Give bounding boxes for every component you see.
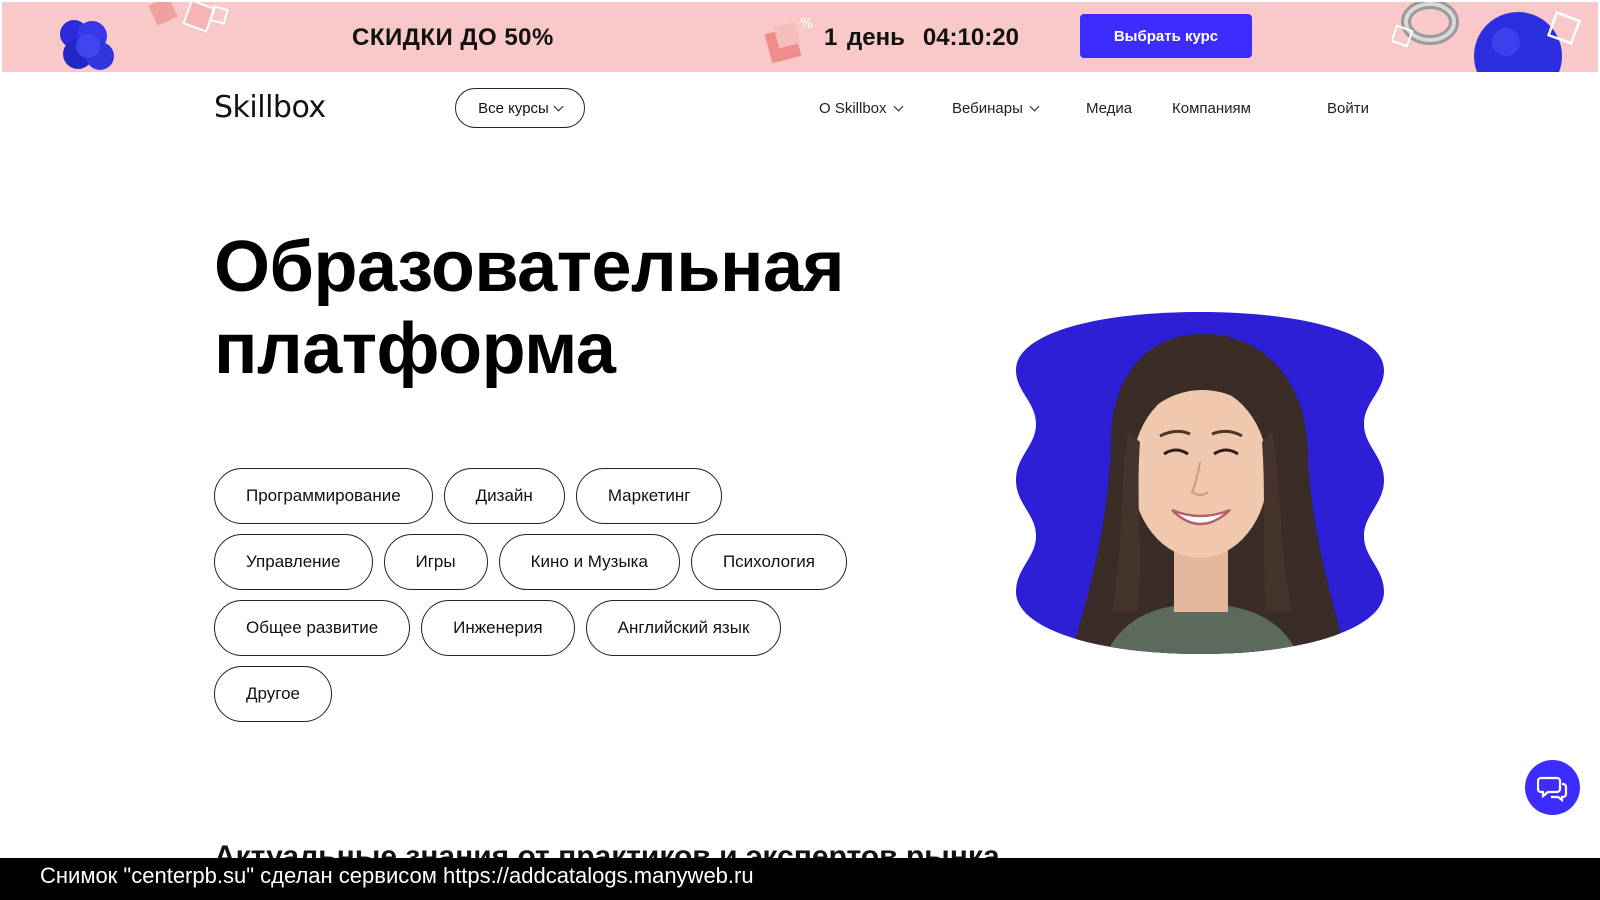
- tag-psychology[interactable]: Психология: [690, 534, 848, 590]
- tag-programming[interactable]: Программирование: [214, 468, 433, 524]
- promo-countdown: 1 день 04:10:20: [824, 24, 1019, 52]
- promo-banner: СКИДКИ ДО 50% % 1 день 04:10:20 Выбрать к…: [2, 2, 1598, 72]
- tag-engineering[interactable]: Инженерия: [421, 600, 575, 656]
- all-courses-label: Все курсы: [478, 99, 549, 117]
- nav-webinars-dropdown[interactable]: Вебинары: [952, 100, 1040, 117]
- gift-box-decoration-icon: [148, 2, 229, 33]
- tag-row: Общее развитие Инженерия Английский язык: [214, 600, 914, 656]
- tag-games[interactable]: Игры: [383, 534, 488, 590]
- nav-about-dropdown[interactable]: О Skillbox: [819, 100, 903, 117]
- gift-box-decoration-icon: %: [764, 16, 813, 64]
- tag-row: Другое: [214, 666, 914, 722]
- screenshot-watermark: Снимок "centerpb.su" сделан сервисом htt…: [0, 858, 1600, 900]
- choose-course-button[interactable]: Выбрать курс: [1080, 14, 1252, 58]
- tag-film-music[interactable]: Кино и Музыка: [498, 534, 680, 590]
- chevron-down-icon: [893, 101, 903, 112]
- nav-companies-link[interactable]: Компаниям: [1172, 100, 1251, 117]
- hero-title-line-2: платформа: [214, 309, 616, 389]
- nav-webinars-label: Вебинары: [952, 100, 1023, 117]
- countdown-days: 1 день: [824, 24, 905, 51]
- blue-blob-decoration-icon: [60, 20, 114, 70]
- hero-title-line-1: Образовательная: [214, 227, 845, 307]
- chevron-down-icon: [1029, 101, 1040, 112]
- ring-decoration-icon: [1392, 2, 1459, 48]
- tag-design[interactable]: Дизайн: [443, 468, 565, 524]
- tag-management[interactable]: Управление: [214, 534, 373, 590]
- svg-text:%: %: [800, 16, 813, 32]
- tag-marketing[interactable]: Маркетинг: [575, 468, 723, 524]
- tag-row: Управление Игры Кино и Музыка Психология: [214, 534, 914, 590]
- chat-bubbles-icon: [1536, 776, 1567, 802]
- tag-general-development[interactable]: Общее развитие: [214, 600, 411, 656]
- tag-other[interactable]: Другое: [214, 666, 333, 722]
- chat-support-button[interactable]: [1525, 760, 1580, 815]
- promo-title: СКИДКИ ДО 50%: [352, 24, 554, 51]
- nav-about-label: О Skillbox: [819, 100, 887, 117]
- tag-english[interactable]: Английский язык: [585, 600, 782, 656]
- site-header: Skillbox Все курсы О Skillbox Вебинары М…: [0, 72, 1600, 148]
- all-courses-dropdown[interactable]: Все курсы: [455, 88, 585, 128]
- nav-media-link[interactable]: Медиа: [1086, 100, 1132, 117]
- countdown-time: 04:10:20: [922, 24, 1019, 51]
- tag-row: Программирование Дизайн Маркетинг: [214, 468, 914, 524]
- category-tags: Программирование Дизайн Маркетинг Управл…: [214, 468, 914, 732]
- chevron-down-icon: [553, 101, 564, 111]
- skillbox-logo[interactable]: Skillbox: [214, 90, 326, 125]
- hero-title: Образовательная платформа: [214, 226, 974, 390]
- hero-portrait-image: [1016, 312, 1384, 654]
- login-link[interactable]: Войти: [1327, 100, 1369, 117]
- glass-cube-decoration-icon: [1547, 11, 1581, 45]
